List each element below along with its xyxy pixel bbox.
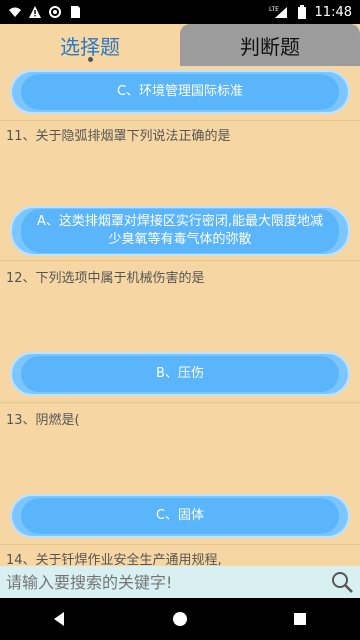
answer-text: C、环境管理国际标准	[21, 74, 339, 110]
wifi-icon	[8, 5, 22, 19]
tab-bar: 选择题 判断题	[0, 24, 360, 66]
home-button[interactable]	[160, 599, 200, 639]
question-list[interactable]: C、环境管理国际标准 11、关于隐弧排烟罩下列说法正确的是 A、这类排烟罩对焊接…	[0, 66, 360, 566]
recents-icon	[294, 613, 306, 625]
svg-text:LTE: LTE	[269, 6, 279, 13]
recents-button[interactable]	[280, 599, 320, 639]
divider	[0, 544, 360, 545]
status-bar: LTE 11:48	[0, 0, 360, 24]
divider	[0, 260, 360, 261]
divider	[0, 402, 360, 403]
sd-icon	[68, 5, 82, 19]
tab-true-false[interactable]: 判断题	[180, 24, 360, 66]
answer-text: A、这类排烟罩对焊接区实行密闭,能最大限度地减少臭氧等有毒气体的弥散	[21, 209, 339, 253]
question-text: 11、关于隐弧排烟罩下列说法正确的是	[6, 129, 231, 144]
battery-icon	[295, 5, 309, 19]
tab-true-false-label: 判断题	[240, 34, 300, 59]
search-input[interactable]	[6, 572, 326, 592]
search-bar	[0, 566, 360, 598]
answer-button[interactable]: C、固体	[10, 494, 350, 538]
alert-icon	[28, 5, 42, 19]
answer-button[interactable]: B、压伤	[10, 352, 350, 396]
status-time: 11:48	[314, 4, 352, 20]
divider	[0, 120, 360, 121]
tab-indicator-dot	[88, 57, 93, 62]
home-icon	[173, 612, 187, 626]
answer-text: C、固体	[21, 498, 339, 534]
tab-multiple-choice-label: 选择题	[60, 34, 120, 59]
answer-button[interactable]: A、这类排烟罩对焊接区实行密闭,能最大限度地减少臭氧等有毒气体的弥散	[10, 206, 350, 256]
back-button[interactable]	[40, 599, 80, 639]
question-text: 12、下列选项中属于机械伤害的是	[6, 271, 205, 286]
system-nav-bar	[0, 598, 360, 640]
question-text: 14、关于钎焊作业安全生产通用规程,	[6, 553, 222, 566]
answer-button[interactable]: C、环境管理国际标准	[10, 70, 350, 114]
back-icon	[54, 612, 64, 626]
question-text: 13、阴燃是(	[6, 413, 80, 428]
search-icon[interactable]	[330, 570, 354, 594]
circle-icon	[48, 5, 62, 19]
signal-icon: LTE	[269, 5, 289, 19]
answer-text: B、压伤	[21, 356, 339, 392]
